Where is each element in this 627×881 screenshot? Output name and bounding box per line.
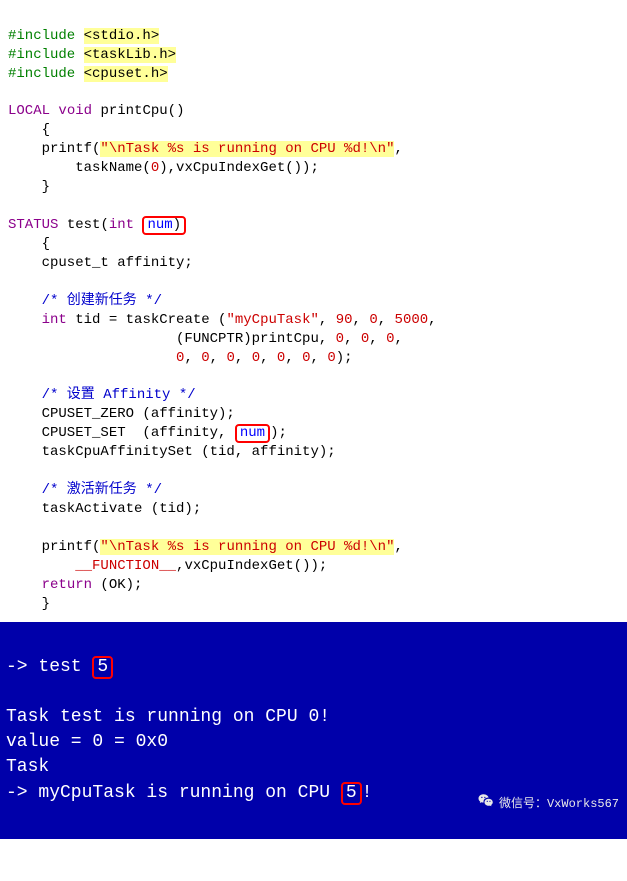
term-line-2: Task test is running on CPU 0! bbox=[6, 707, 330, 727]
num-param-highlight: num) bbox=[142, 216, 186, 235]
include-1-directive: #include bbox=[8, 28, 75, 44]
local-keyword: LOCAL bbox=[8, 103, 50, 119]
printf-call-2-l1: printf("\nTask %s is running on CPU %d!\… bbox=[8, 539, 403, 555]
printf-call-2-l2: __FUNCTION__,vxCpuIndexGet()); bbox=[8, 558, 327, 574]
include-1-header: <stdio.h> bbox=[84, 28, 160, 44]
close-brace-1: } bbox=[8, 179, 50, 195]
open-brace-2: { bbox=[8, 236, 50, 252]
include-3-directive: #include bbox=[8, 66, 75, 82]
affinity-decl: cpuset_t affinity; bbox=[8, 255, 193, 271]
term-line-5: -> myCpuTask is running on CPU 5! bbox=[6, 783, 372, 803]
code-block: #include <stdio.h> #include <taskLib.h> … bbox=[0, 0, 627, 622]
cpuset-zero: CPUSET_ZERO (affinity); bbox=[8, 406, 235, 422]
close-brace-2: } bbox=[8, 596, 50, 612]
comment-set-affinity: /* 设置 Affinity */ bbox=[8, 387, 196, 403]
term-line-4: Task bbox=[6, 757, 49, 777]
include-2-directive: #include bbox=[8, 47, 75, 63]
include-3-header: <cpuset.h> bbox=[84, 66, 168, 82]
func-printCpu: printCpu bbox=[100, 103, 167, 119]
printf-call-1-l1: printf("\nTask %s is running on CPU %d!\… bbox=[8, 141, 403, 157]
status-keyword: STATUS bbox=[8, 217, 58, 233]
cpuset-set: CPUSET_SET (affinity, num); bbox=[8, 425, 287, 441]
terminal-output: -> test 5 Task test is running on CPU 0!… bbox=[0, 622, 627, 840]
func-test: test bbox=[67, 217, 101, 233]
task-create-l2: (FUNCPTR)printCpu, 0, 0, 0, bbox=[8, 331, 403, 347]
void-keyword: void bbox=[58, 103, 92, 119]
comment-create-task: /* 创建新任务 */ bbox=[8, 293, 162, 309]
task-affinity-set: taskCpuAffinitySet (tid, affinity); bbox=[8, 444, 336, 460]
watermark-text: 微信号：VxWorks567 bbox=[499, 796, 619, 813]
watermark: 微信号：VxWorks567 bbox=[448, 776, 619, 833]
task-create-l3: 0, 0, 0, 0, 0, 0, 0); bbox=[8, 350, 353, 366]
include-2-header: <taskLib.h> bbox=[84, 47, 176, 63]
wechat-icon bbox=[448, 776, 495, 833]
term-line-1: -> test 5 bbox=[6, 657, 113, 677]
comment-activate-task: /* 激活新任务 */ bbox=[8, 482, 162, 498]
open-brace-1: { bbox=[8, 122, 50, 138]
task-activate: taskActivate (tid); bbox=[8, 501, 201, 517]
term-line-3: value = 0 = 0x0 bbox=[6, 732, 168, 752]
printf-call-1-l2: taskName(0),vxCpuIndexGet()); bbox=[8, 160, 319, 176]
task-create-l1: int tid = taskCreate ("myCpuTask", 90, 0… bbox=[8, 312, 437, 328]
return-stmt: return (OK); bbox=[8, 577, 142, 593]
